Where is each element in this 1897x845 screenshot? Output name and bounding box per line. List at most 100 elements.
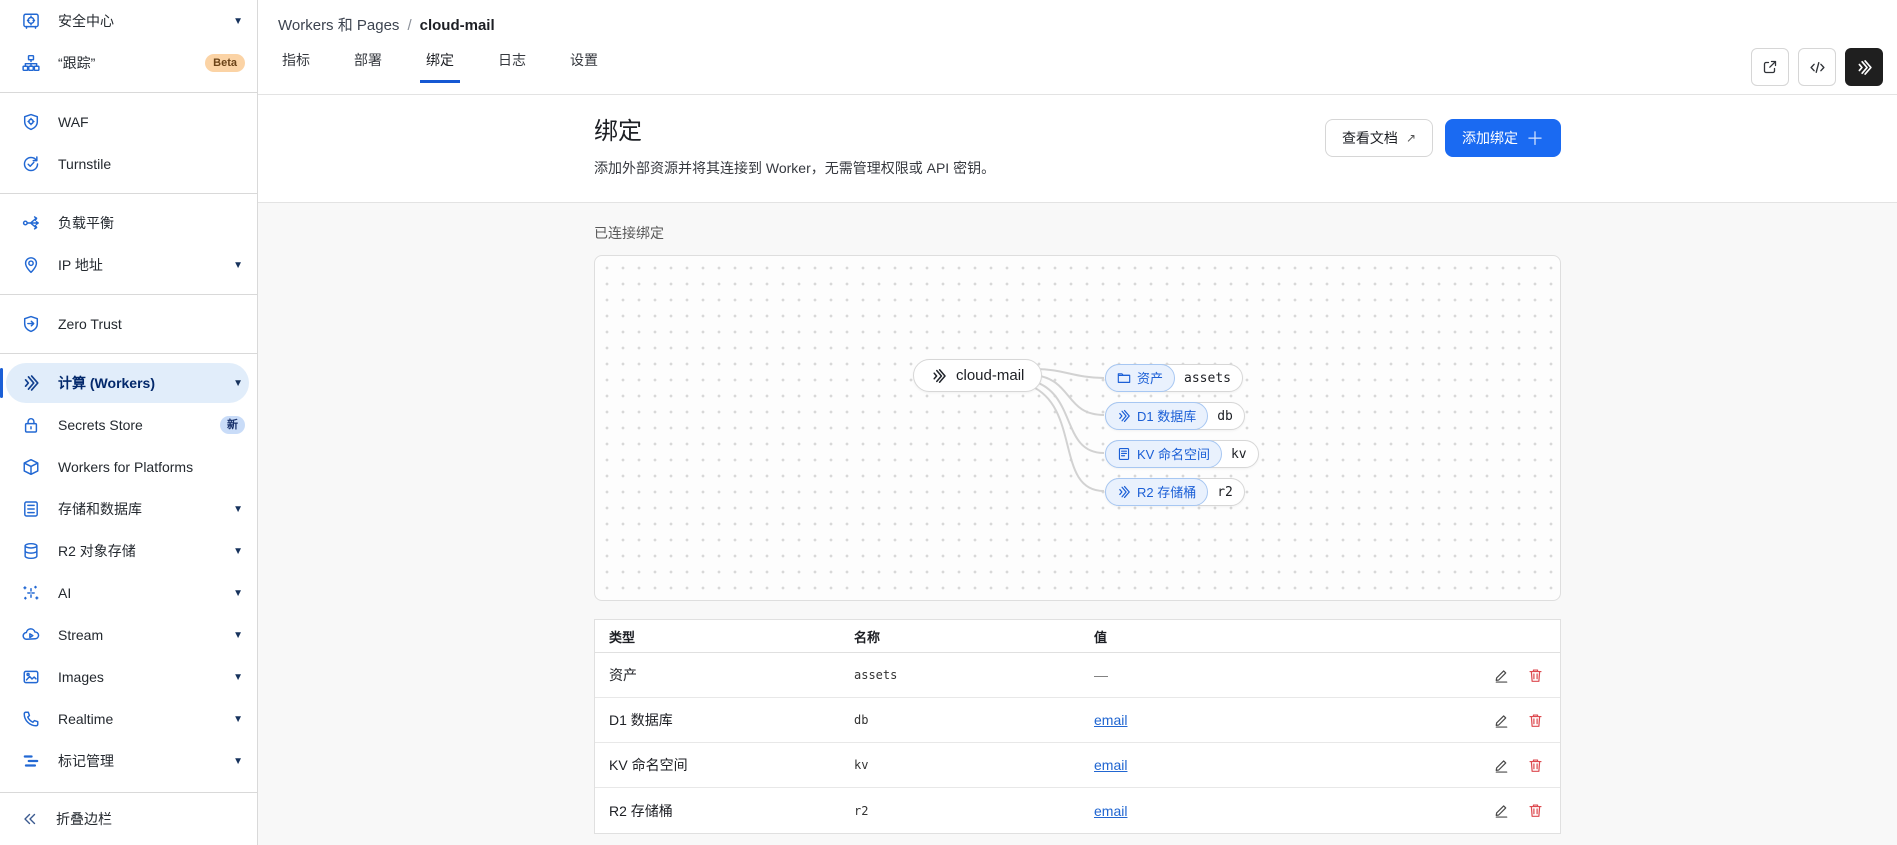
external-link-icon [1762, 59, 1778, 75]
workers-logo-icon [1856, 59, 1873, 76]
binding-type-label: KV 命名空间 [1137, 444, 1210, 463]
breadcrumb-workers-pages-link[interactable]: Workers 和 Pages [278, 14, 399, 35]
page-title-block: 绑定 添加外部资源并将其连接到 Worker，无需管理权限或 API 密钥。 [594, 111, 995, 178]
view-docs-label: 查看文档 [1342, 128, 1398, 148]
d1-diamond-icon [1117, 409, 1131, 423]
image-icon [22, 668, 40, 686]
header-action-buttons [1751, 48, 1883, 86]
breadcrumb-current-page: cloud-mail [420, 17, 495, 34]
workers-playground-button[interactable] [1845, 48, 1883, 86]
sidebar-item-zero-trust[interactable]: Zero Trust [0, 303, 257, 345]
sidebar-item-label: Secrets Store [58, 417, 208, 433]
worker-node-cloud-mail[interactable]: cloud-mail [913, 359, 1042, 392]
binding-name-cell: db [840, 713, 1080, 727]
connector-edges [595, 256, 1561, 601]
open-external-button[interactable] [1751, 48, 1789, 86]
r2-diamond-icon [1117, 485, 1131, 499]
binding-node-r2[interactable]: R2 存储桶 r2 [1105, 478, 1245, 506]
breadcrumb: Workers 和 Pages / cloud-mail [278, 14, 1897, 35]
sidebar-item-secrets-store[interactable]: Secrets Store 新 [0, 404, 257, 446]
edit-icon[interactable] [1494, 668, 1509, 683]
sidebar-item-r2-object-storage[interactable]: R2 对象存储 ▼ [0, 530, 257, 572]
binding-type-cell: R2 存储桶 [595, 801, 840, 821]
sidebar-item-label: Realtime [58, 711, 215, 727]
tags-icon [22, 752, 40, 770]
sidebar-item-load-balancing[interactable]: 负载平衡 [0, 202, 257, 244]
sidebar-item-tag-management[interactable]: 标记管理 ▼ [0, 740, 257, 782]
tab-logs[interactable]: 日志 [494, 50, 530, 82]
ip-pin-icon [22, 256, 40, 274]
table-row: D1 数据库 db email [595, 698, 1560, 743]
binding-node-kv[interactable]: KV 命名空间 kv [1105, 440, 1259, 468]
binding-value-link[interactable]: email [1094, 712, 1127, 728]
bindings-table: 类型 名称 值 资产 assets — [594, 619, 1561, 834]
sidebar-nav-list: 安全中心 ▼ “跟踪” Beta WAF Turnstile [0, 0, 257, 792]
main-area: Workers 和 Pages / cloud-mail 指标 部署 绑定 日志… [258, 0, 1897, 845]
binding-value-link[interactable]: email [1094, 757, 1127, 773]
document-icon [1117, 447, 1131, 461]
tab-metrics[interactable]: 指标 [278, 50, 314, 82]
page-description: 添加外部资源并将其连接到 Worker，无需管理权限或 API 密钥。 [594, 158, 995, 178]
delete-icon[interactable] [1528, 713, 1543, 728]
sidebar-item-turnstile[interactable]: Turnstile [0, 143, 257, 185]
sidebar-item-trace[interactable]: “跟踪” Beta [0, 42, 257, 84]
sidebar-item-compute-workers[interactable]: 计算 (Workers) ▼ [0, 362, 257, 404]
sidebar-item-ai[interactable]: AI ▼ [0, 572, 257, 614]
page-header: Workers 和 Pages / cloud-mail 指标 部署 绑定 日志… [258, 0, 1897, 95]
sidebar-item-images[interactable]: Images ▼ [0, 656, 257, 698]
sidebar-item-label: Stream [58, 627, 215, 643]
sidebar-item-ip-addresses[interactable]: IP 地址 ▼ [0, 244, 257, 286]
edit-icon[interactable] [1494, 758, 1509, 773]
tab-bindings[interactable]: 绑定 [422, 50, 458, 82]
sidebar-item-storage-databases[interactable]: 存储和数据库 ▼ [0, 488, 257, 530]
sidebar-divider [0, 294, 257, 295]
edit-icon[interactable] [1494, 803, 1509, 818]
sidebar-item-label: “跟踪” [58, 53, 193, 73]
edit-icon[interactable] [1494, 713, 1509, 728]
binding-node-assets[interactable]: 资产 assets [1105, 364, 1243, 392]
external-arrow-icon: ↗ [1406, 131, 1416, 145]
table-header-row: 类型 名称 值 [595, 620, 1560, 653]
trace-icon [22, 54, 40, 72]
chevron-down-icon: ▼ [233, 546, 243, 557]
binding-type-cell: KV 命名空间 [595, 755, 840, 775]
tab-deployments[interactable]: 部署 [350, 50, 386, 82]
tab-settings[interactable]: 设置 [566, 50, 602, 82]
sidebar-item-workers-for-platforms[interactable]: Workers for Platforms [0, 446, 257, 488]
sidebar-item-realtime[interactable]: Realtime ▼ [0, 698, 257, 740]
code-icon [1809, 59, 1826, 76]
sidebar-item-label: 标记管理 [58, 751, 215, 771]
add-binding-label: 添加绑定 [1462, 128, 1518, 148]
binding-type-label: R2 存储桶 [1137, 482, 1196, 501]
new-badge: 新 [220, 416, 245, 434]
worker-node-label: cloud-mail [956, 367, 1024, 384]
chevron-down-icon: ▼ [233, 588, 243, 599]
phone-icon [22, 710, 40, 728]
collapse-sidebar-button[interactable]: 折叠边栏 [0, 793, 257, 845]
binding-node-db[interactable]: D1 数据库 db [1105, 402, 1245, 430]
sidebar-item-label: Zero Trust [58, 316, 245, 332]
sidebar-item-security-center[interactable]: 安全中心 ▼ [0, 0, 257, 42]
plus-icon: ＋ [1526, 125, 1544, 151]
turnstile-icon [22, 155, 40, 173]
sidebar-item-stream[interactable]: Stream ▼ [0, 614, 257, 656]
binding-type-label: D1 数据库 [1137, 406, 1196, 425]
add-binding-button[interactable]: 添加绑定 ＋ [1445, 119, 1561, 157]
column-header-value: 值 [1080, 627, 1468, 646]
delete-icon[interactable] [1528, 803, 1543, 818]
column-header-type: 类型 [595, 627, 840, 646]
waf-shield-icon [22, 113, 40, 131]
sidebar-divider [0, 193, 257, 194]
sidebar-item-label: 负载平衡 [58, 213, 245, 233]
sidebar-item-waf[interactable]: WAF [0, 101, 257, 143]
binding-value-cell: — [1080, 667, 1468, 683]
sidebar-item-label: Images [58, 669, 215, 685]
binding-name: db [1208, 409, 1244, 424]
sidebar-divider [0, 92, 257, 93]
delete-icon[interactable] [1528, 758, 1543, 773]
delete-icon[interactable] [1528, 668, 1543, 683]
view-docs-button[interactable]: 查看文档 ↗ [1325, 119, 1433, 157]
code-editor-button[interactable] [1798, 48, 1836, 86]
binding-type-cell: 资产 [595, 665, 840, 685]
binding-value-link[interactable]: email [1094, 803, 1127, 819]
